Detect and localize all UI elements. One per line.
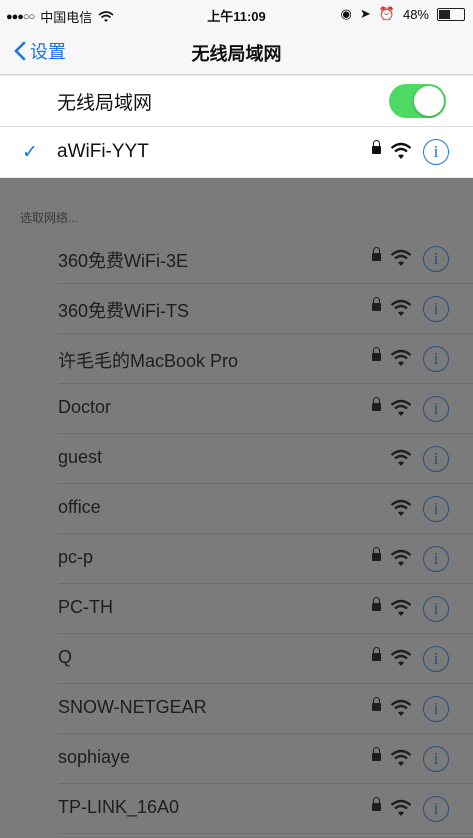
wifi-settings-card: 无线局域网 ✓ aWiFi-YYT i	[0, 76, 473, 177]
row-divider	[58, 833, 473, 834]
network-row[interactable]: 许毛毛的MacBook Pro i	[0, 334, 473, 384]
wifi-signal-icon	[390, 599, 412, 616]
battery-percent: 48%	[402, 6, 429, 22]
network-name: SNOW-NETGEAR	[58, 697, 207, 717]
info-icon[interactable]: i	[423, 496, 449, 522]
alarm-icon: ⏰	[378, 6, 395, 21]
lock-icon	[372, 397, 381, 411]
info-icon[interactable]: i	[423, 546, 449, 572]
network-name: guest	[58, 447, 103, 467]
orientation-lock-icon: ◉	[340, 6, 352, 21]
network-row[interactable]: SNOW-NETGEAR i	[0, 684, 473, 734]
checkmark-icon: ✓	[22, 141, 38, 163]
status-bar: ●●●○○ 中国电信 上午11:09 ◉ ➤ ⏰ 48%	[0, 0, 473, 28]
network-row[interactable]: Qi	[0, 634, 473, 684]
battery-icon	[437, 7, 465, 21]
navigation-bar: 设置 无线局域网	[0, 28, 473, 75]
network-name: Doctor	[58, 397, 112, 417]
wifi-signal-icon	[390, 549, 412, 566]
info-icon[interactable]: i	[423, 296, 449, 322]
network-name: TP-LINK_16A0	[58, 797, 180, 817]
lock-icon	[372, 747, 381, 761]
wifi-signal-icon	[390, 142, 412, 159]
network-name: 许毛毛的MacBook Pro	[58, 351, 239, 371]
network-row[interactable]: PC-TH i	[0, 584, 473, 634]
network-name: pc-p	[58, 547, 94, 567]
connected-network-row[interactable]: ✓ aWiFi-YYT i	[0, 126, 473, 177]
lock-icon	[372, 247, 381, 261]
info-icon[interactable]: i	[423, 696, 449, 722]
network-row[interactable]: office i	[0, 484, 473, 534]
wifi-signal-icon	[390, 649, 412, 666]
wifi-signal-icon	[390, 349, 412, 366]
lock-icon	[372, 347, 381, 361]
connected-network-name: aWiFi-YYT	[57, 141, 149, 162]
network-row[interactable]: TP-LINK_16A0 i	[0, 784, 473, 834]
network-name: PC-TH	[58, 597, 113, 617]
lock-icon	[372, 697, 381, 711]
wifi-toggle-row: 无线局域网	[0, 76, 473, 126]
network-row[interactable]: sophiaye i	[0, 734, 473, 784]
lock-icon	[372, 647, 381, 661]
network-row[interactable]: pc-p i	[0, 534, 473, 584]
wifi-signal-icon	[390, 299, 412, 316]
network-row[interactable]: Doctor i	[0, 384, 473, 434]
network-row[interactable]: 360免费WiFi-3E i	[0, 234, 473, 284]
wifi-signal-icon	[390, 449, 412, 466]
network-name: 360免费WiFi-TS	[58, 301, 190, 321]
info-icon[interactable]: i	[423, 346, 449, 372]
wifi-toggle-switch[interactable]	[389, 84, 446, 118]
info-icon[interactable]: i	[423, 446, 449, 472]
info-icon[interactable]: i	[423, 246, 449, 272]
info-icon[interactable]: i	[423, 139, 449, 165]
page-title: 无线局域网	[191, 44, 282, 64]
network-list: 360免费WiFi-3E i 360免费WiFi-TS i 许毛毛的MacBook Pr…	[0, 234, 473, 834]
lock-icon	[372, 797, 381, 811]
location-icon: ➤	[359, 6, 371, 21]
wifi-signal-icon	[390, 399, 412, 416]
info-icon[interactable]: i	[423, 596, 449, 622]
network-name: 360免费WiFi-3E	[58, 251, 189, 271]
wifi-toggle-label: 无线局域网	[57, 92, 153, 114]
lock-icon	[372, 140, 381, 154]
wifi-signal-icon	[390, 799, 412, 816]
network-name: Q	[58, 647, 73, 667]
lock-icon	[372, 597, 381, 611]
info-icon[interactable]: i	[423, 396, 449, 422]
lock-icon	[372, 547, 381, 561]
info-icon[interactable]: i	[423, 796, 449, 822]
lock-icon	[372, 297, 381, 311]
network-name: office	[58, 497, 101, 517]
info-icon[interactable]: i	[423, 646, 449, 672]
choose-network-header: 选取网络...	[20, 211, 79, 225]
network-name: sophiaye	[58, 747, 131, 767]
network-row[interactable]: guest i	[0, 434, 473, 484]
info-icon[interactable]: i	[423, 746, 449, 772]
wifi-signal-icon	[390, 749, 412, 766]
wifi-signal-icon	[390, 249, 412, 266]
wifi-signal-icon	[390, 699, 412, 716]
wifi-signal-icon	[390, 499, 412, 516]
network-row[interactable]: 360免费WiFi-TS i	[0, 284, 473, 334]
